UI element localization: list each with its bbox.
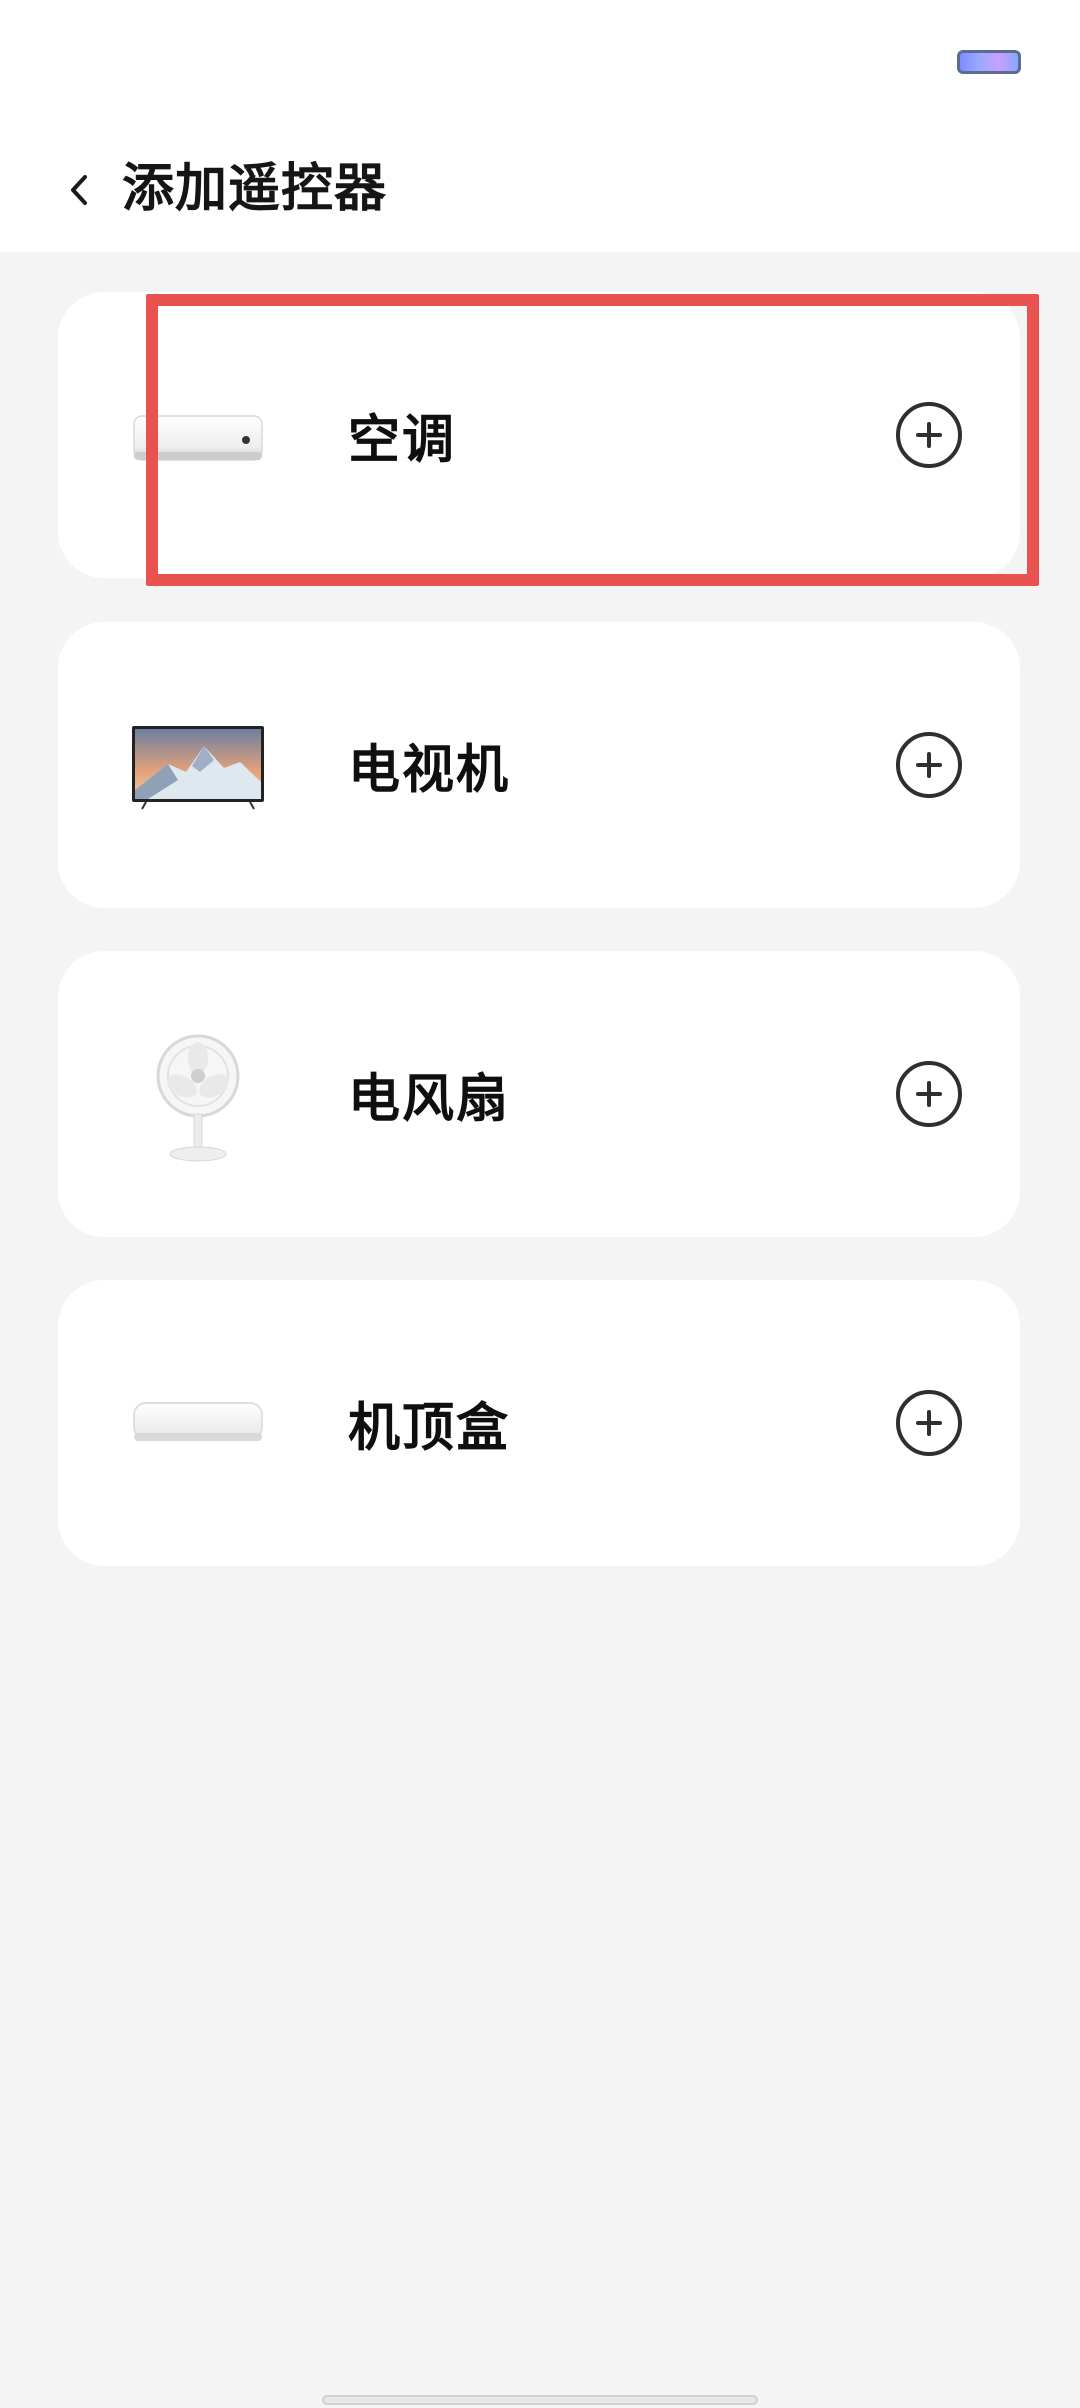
- page-title: 添加遥控器: [122, 159, 388, 219]
- status-indicator-pill: [957, 50, 1021, 74]
- status-bar: [0, 0, 1080, 130]
- device-label-air-conditioner: 空调: [348, 410, 457, 471]
- chevron-left-icon: [71, 175, 87, 205]
- device-label-fan: 电风扇: [348, 1069, 511, 1130]
- device-card-air-conditioner[interactable]: 空调: [58, 292, 1020, 578]
- home-indicator[interactable]: [322, 2395, 758, 2405]
- add-air-conditioner-button[interactable]: [896, 402, 962, 468]
- device-label-tv: 电视机: [348, 740, 511, 801]
- tv-icon: [128, 695, 268, 835]
- add-fan-button[interactable]: [896, 1061, 962, 1127]
- air-conditioner-icon: [128, 365, 268, 505]
- plus-icon: [916, 1410, 942, 1436]
- device-card-set-top-box[interactable]: 机顶盒: [58, 1280, 1020, 1566]
- set-top-box-icon: [128, 1353, 268, 1493]
- page-header: 添加遥控器: [0, 130, 1080, 252]
- fan-icon: [128, 1024, 268, 1164]
- device-card-tv[interactable]: 电视机: [58, 622, 1020, 908]
- add-set-top-box-button[interactable]: [896, 1390, 962, 1456]
- device-card-fan[interactable]: 电风扇: [58, 951, 1020, 1237]
- device-label-set-top-box: 机顶盒: [348, 1398, 511, 1459]
- back-button[interactable]: [52, 162, 108, 218]
- plus-icon: [916, 752, 942, 778]
- plus-icon: [916, 422, 942, 448]
- add-tv-button[interactable]: [896, 732, 962, 798]
- plus-icon: [916, 1081, 942, 1107]
